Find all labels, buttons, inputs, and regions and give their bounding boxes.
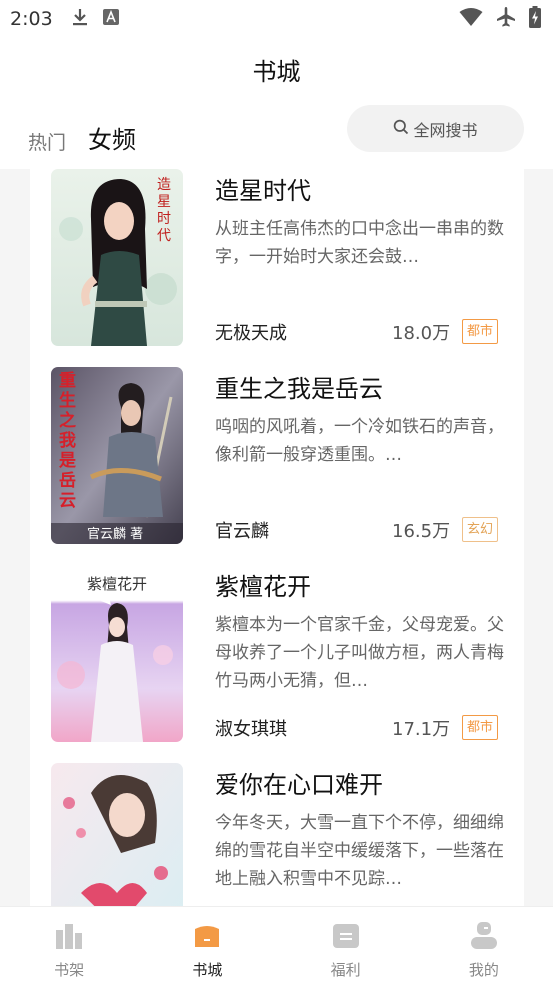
book-cover[interactable]: 紫檀花开 [51, 565, 183, 742]
book-item[interactable]: 造星时代 造星时代 从班主任高伟杰的口中念出一串串的数字，一开始时大家还会鼓… … [30, 169, 524, 347]
airplane-mode-icon [495, 6, 517, 32]
book-title[interactable]: 爱你在心口难开 [215, 765, 383, 800]
bookstore-icon [192, 921, 222, 951]
search-label: 全网搜书 [413, 120, 478, 140]
book-word-count: 16.5万 [392, 521, 451, 542]
book-description: 呜咽的风吼着，一个冷如铁石的声音，像利箭一般穿透重围。… [215, 417, 504, 465]
nav-profile-label: 我的 [468, 961, 499, 979]
bottom-navigation: 书架 书城 福利 我的 [0, 906, 553, 984]
page-title: 书城 [252, 58, 301, 86]
battery-icon [529, 6, 541, 32]
book-list: 造星时代 造星时代 从班主任高伟杰的口中念出一串串的数字，一开始时大家还会鼓… … [30, 169, 524, 906]
nav-bookshelf-label: 书架 [54, 961, 85, 979]
book-word-count: 17.1万 [392, 719, 451, 740]
wifi-icon [459, 7, 483, 31]
book-description: 从班主任高伟杰的口中念出一串串的数字，一开始时大家还会鼓… [215, 219, 504, 267]
book-item[interactable]: 爱你在心口难开 今年冬天，大雪一直下个不停，细细绵绵的雪花自半空中缓缓落下，一些… [30, 763, 524, 906]
bookshelf-icon [54, 921, 84, 951]
book-item[interactable]: 重生之我是岳云 官云麟 著 重生之我是岳云 呜咽的风吼着，一个冷如铁石的声音，像… [30, 367, 524, 545]
book-title[interactable]: 重生之我是岳云 [215, 369, 383, 404]
book-cover[interactable]: 造星时代 [51, 169, 183, 346]
book-category-tag: 都市 [462, 319, 499, 344]
search-icon [393, 119, 409, 139]
book-cover[interactable] [51, 763, 183, 906]
nav-rewards-label: 福利 [330, 961, 361, 979]
cover-title-text: 造星时代 [157, 177, 171, 244]
category-tabs: 热门 女频 [28, 104, 137, 179]
nav-profile[interactable]: 我的 [415, 907, 553, 984]
book-category-tag: 玄幻 [462, 517, 499, 542]
book-category-tag: 都市 [462, 715, 499, 740]
cover-title-text: 紫檀花开 [86, 575, 147, 593]
profile-icon [469, 921, 499, 951]
cover-title-text: 重生之我是岳云 [59, 371, 76, 511]
search-button[interactable]: 全网搜书 [347, 105, 524, 152]
book-author: 淑女琪琪 [215, 719, 287, 740]
tab-hot[interactable]: 热门 [28, 120, 66, 164]
book-author: 官云麟 [215, 521, 269, 542]
status-time: 2:03 [10, 8, 53, 30]
tab-female-label: 女频 [88, 126, 137, 154]
status-bar: 2:03 [0, 0, 553, 38]
nav-rewards[interactable]: 福利 [277, 907, 415, 984]
book-author: 无极天成 [215, 323, 287, 344]
app-notification-icon [102, 9, 119, 29]
nav-bookshelf[interactable]: 书架 [0, 907, 138, 984]
rewards-icon [331, 921, 361, 951]
book-description: 紫檀本为一个官家千金，父母宠爱。父母收养了一个儿子叫做方桓，两人青梅竹马两小无猜… [215, 615, 504, 691]
book-description: 今年冬天，大雪一直下个不停，细细绵绵的雪花自半空中缓缓落下，一些落在地上融入积雪… [215, 813, 504, 889]
book-title[interactable]: 造星时代 [215, 171, 311, 206]
nav-bookstore[interactable]: 书城 [138, 907, 276, 984]
book-item[interactable]: 紫檀花开 紫檀花开 紫檀本为一个官家千金，父母宠爱。父母收养了一个儿子叫做方桓，… [30, 565, 524, 743]
book-word-count: 18.0万 [392, 323, 451, 344]
cover-author-text: 官云麟 著 [87, 527, 144, 542]
book-list-area[interactable]: 造星时代 造星时代 从班主任高伟杰的口中念出一串串的数字，一开始时大家还会鼓… … [0, 169, 553, 906]
download-icon [71, 7, 89, 31]
tab-female[interactable]: 女频 [88, 120, 137, 179]
nav-bookstore-label: 书城 [192, 961, 223, 979]
book-cover[interactable]: 重生之我是岳云 官云麟 著 [51, 367, 183, 544]
book-title[interactable]: 紫檀花开 [215, 567, 311, 602]
